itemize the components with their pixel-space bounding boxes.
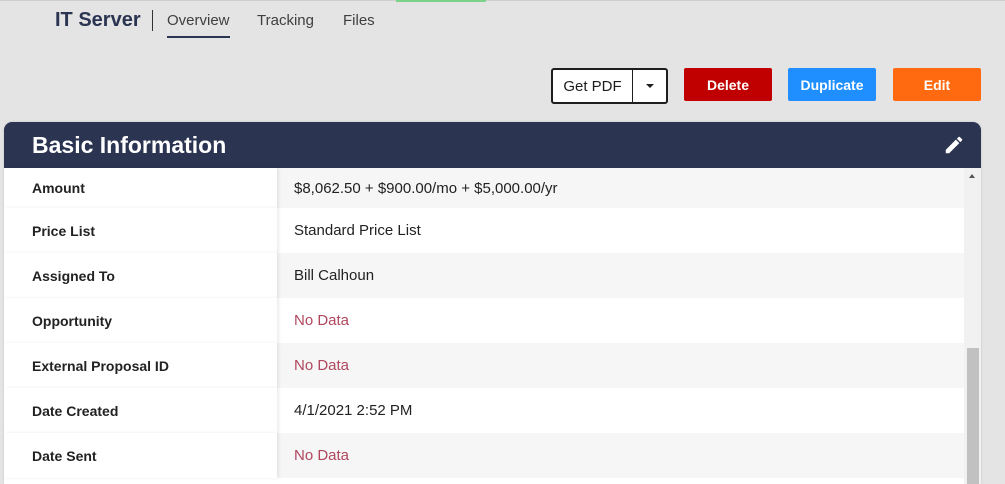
get-pdf-button[interactable]: Get PDF	[553, 78, 632, 95]
row-value: Bill Calhoun	[277, 253, 964, 298]
scrollbar-thumb[interactable]	[967, 348, 979, 484]
top-navigation-bar: IT Server Overview Tracking Files	[0, 0, 1005, 38]
basic-information-card: Basic Information Amount $8,062.50 + $90…	[4, 122, 981, 484]
get-pdf-split-button: Get PDF	[551, 68, 668, 104]
duplicate-button[interactable]: Duplicate	[788, 68, 876, 101]
info-row-assigned-to: Assigned To Bill Calhoun	[4, 253, 964, 298]
info-row-date-created: Date Created 4/1/2021 2:52 PM	[4, 388, 964, 433]
info-row-price-list: Price List Standard Price List	[4, 208, 964, 253]
pencil-icon[interactable]	[943, 134, 965, 156]
row-label: Date Created	[4, 388, 277, 433]
title-divider	[152, 10, 153, 31]
loading-indicator	[396, 0, 486, 2]
row-value: 4/1/2021 2:52 PM	[277, 388, 964, 433]
row-value-no-data: No Data	[277, 343, 964, 388]
tab-tracking[interactable]: Tracking	[257, 12, 314, 29]
info-row-date-sent: Date Sent No Data	[4, 433, 964, 478]
info-row-amount: Amount $8,062.50 + $900.00/mo + $5,000.0…	[4, 168, 964, 208]
row-label: Price List	[4, 208, 277, 253]
row-value-no-data: No Data	[277, 433, 964, 478]
row-label: External Proposal ID	[4, 343, 277, 388]
row-label: Date Sent	[4, 433, 277, 478]
info-rows: Amount $8,062.50 + $900.00/mo + $5,000.0…	[4, 168, 964, 478]
delete-button[interactable]: Delete	[684, 68, 772, 101]
row-value-no-data: No Data	[277, 298, 964, 343]
row-label: Assigned To	[4, 253, 277, 298]
get-pdf-dropdown-button[interactable]	[633, 84, 666, 88]
edit-button[interactable]: Edit	[893, 68, 981, 101]
page-title: IT Server	[55, 9, 141, 31]
vertical-scrollbar[interactable]	[964, 168, 981, 484]
info-row-external-proposal-id: External Proposal ID No Data	[4, 343, 964, 388]
caret-down-icon	[645, 84, 654, 88]
card-title: Basic Information	[32, 132, 227, 158]
tab-files[interactable]: Files	[343, 12, 375, 29]
row-value: Standard Price List	[277, 208, 964, 253]
card-header: Basic Information	[4, 122, 981, 168]
tab-overview[interactable]: Overview	[167, 12, 230, 38]
info-row-opportunity: Opportunity No Data	[4, 298, 964, 343]
row-label: Opportunity	[4, 298, 277, 343]
scroll-up-arrow-icon[interactable]	[969, 174, 975, 178]
row-label: Amount	[4, 168, 277, 208]
row-value: $8,062.50 + $900.00/mo + $5,000.00/yr	[277, 168, 964, 208]
